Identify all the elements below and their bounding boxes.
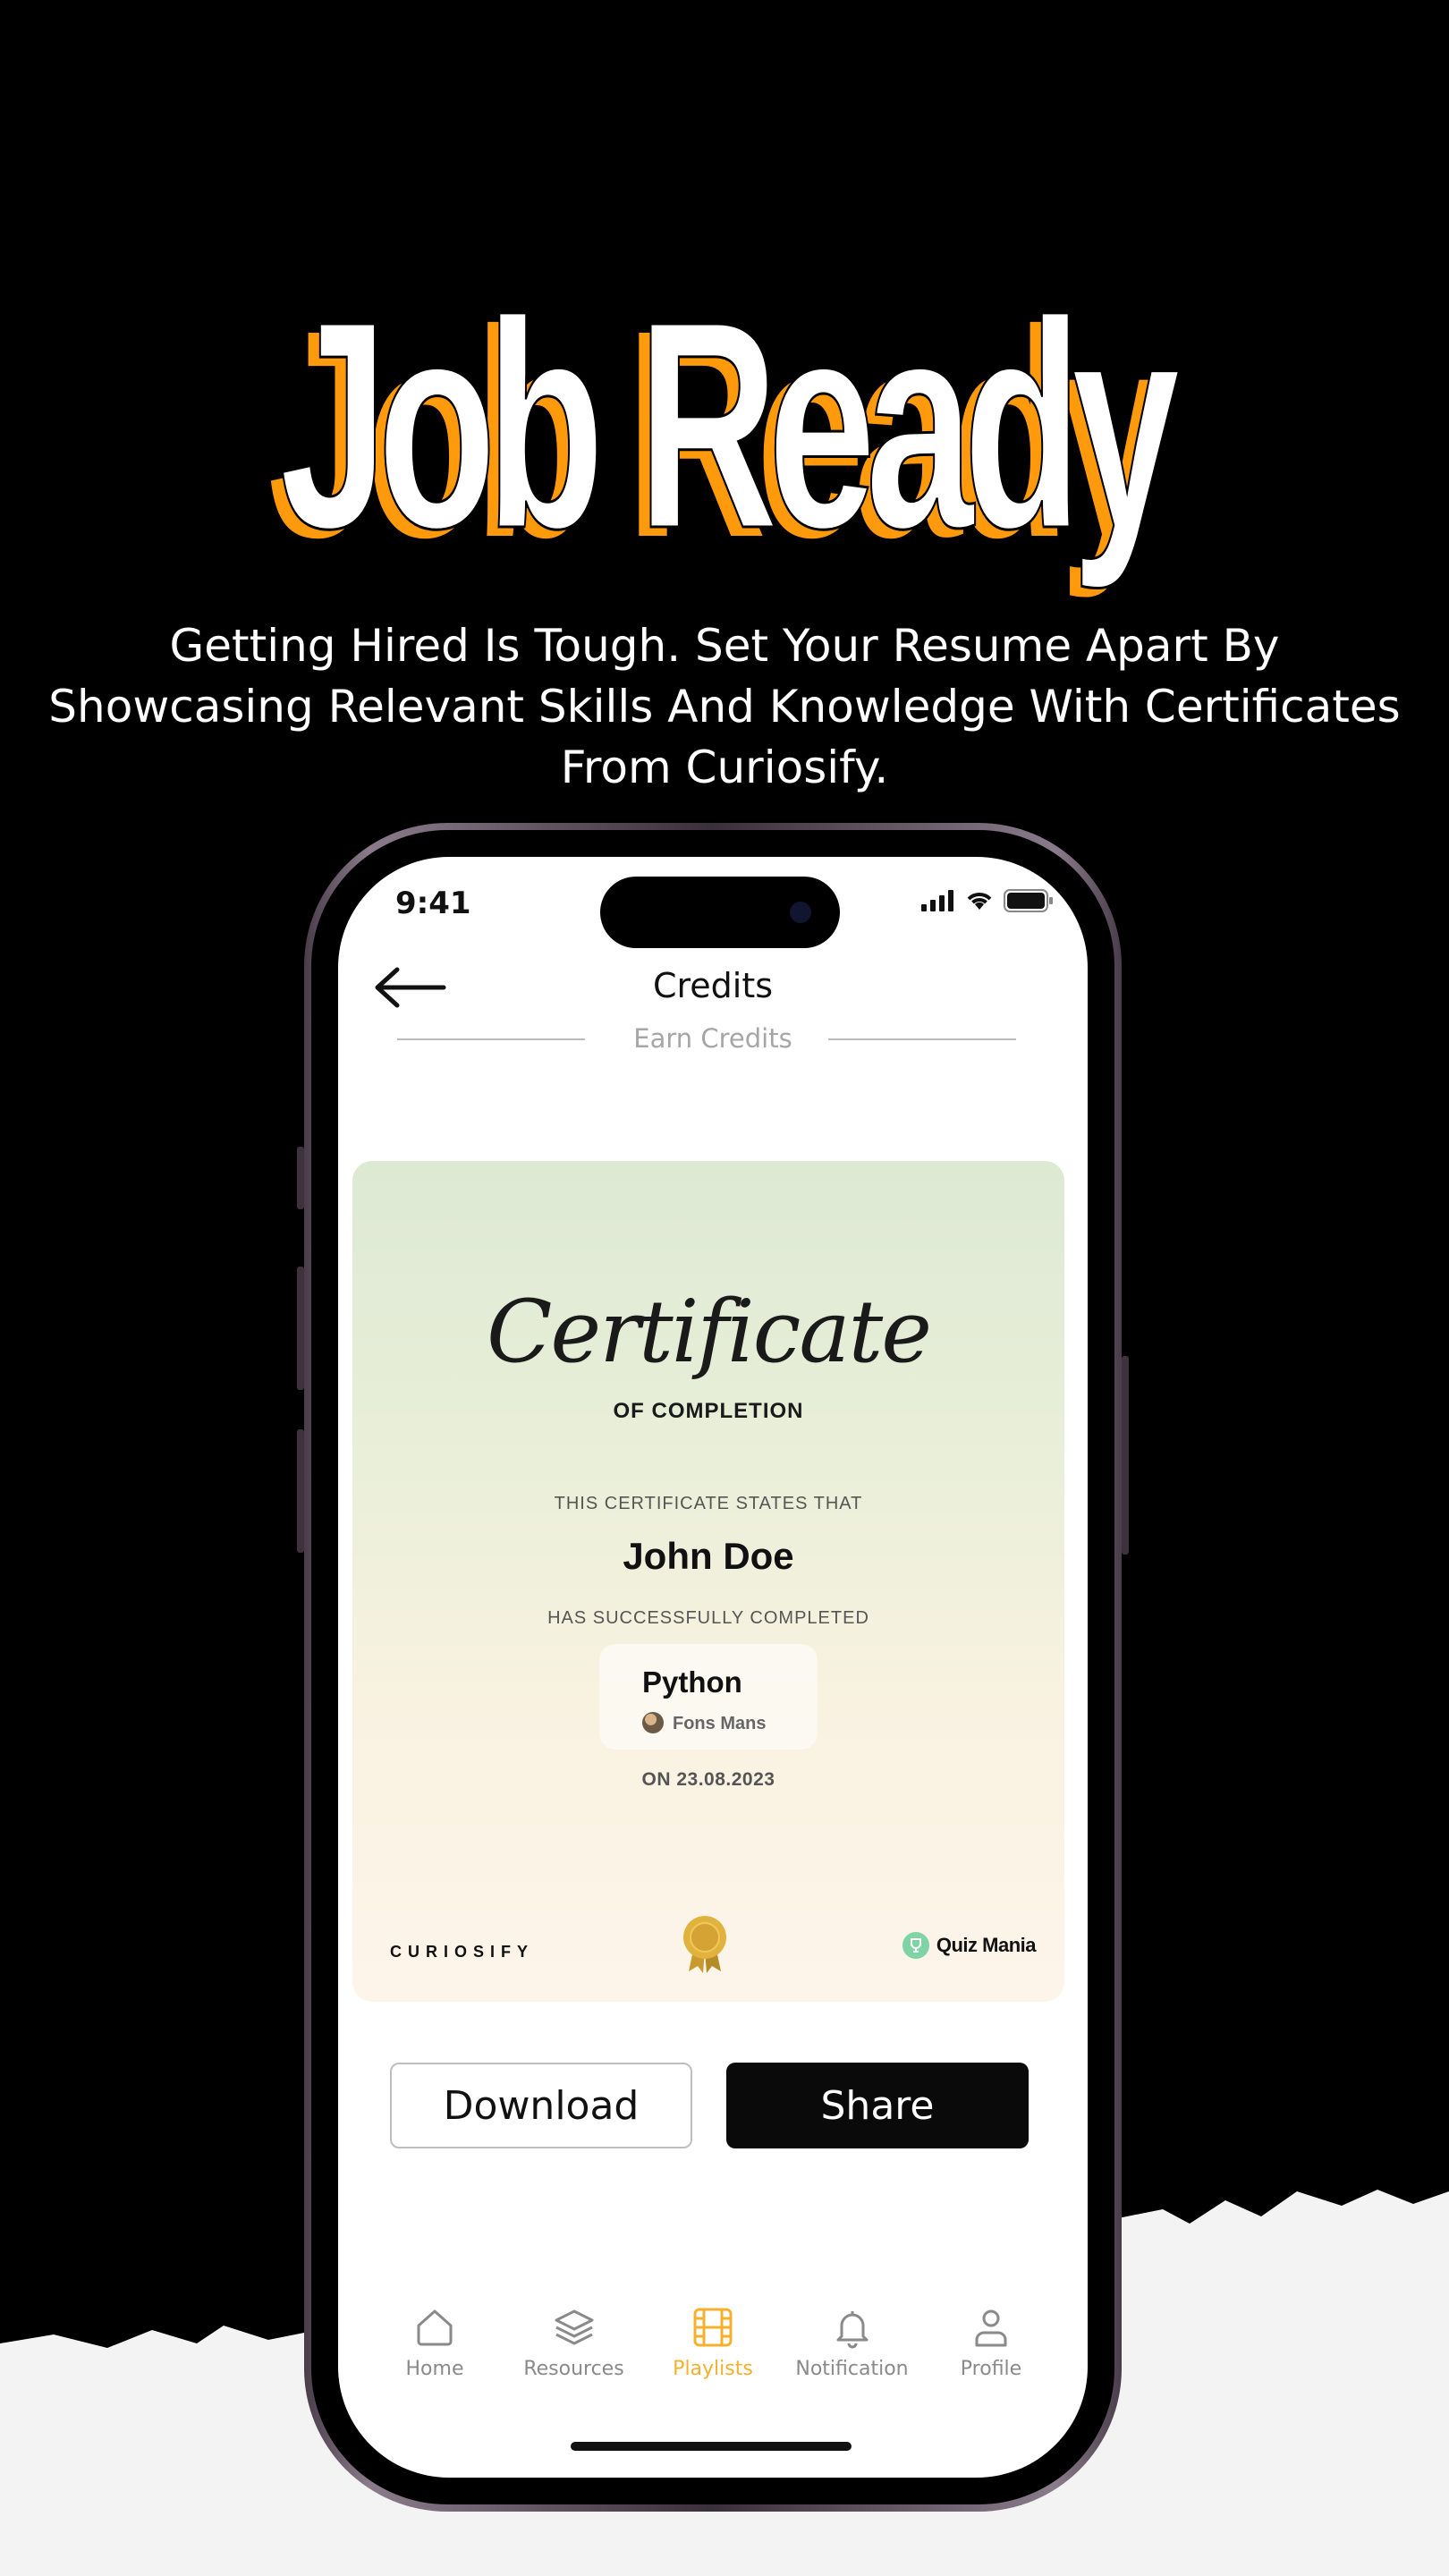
certificate-title: Certificate xyxy=(486,1282,932,1382)
status-time: 9:41 xyxy=(395,886,471,921)
tab-resources[interactable]: Resources xyxy=(512,2306,637,2404)
tab-label: Playlists xyxy=(673,2358,753,2380)
user-icon xyxy=(975,2309,1007,2347)
signal-icon xyxy=(921,890,953,911)
recipient-name: John Doe xyxy=(623,1535,794,1577)
headline: Job Ready xyxy=(279,259,1181,589)
completion-date: ON 23.08.2023 xyxy=(641,1769,775,1790)
dynamic-island xyxy=(600,877,840,948)
battery-icon xyxy=(1004,889,1053,912)
curiosify-logo: CURIOSIFY xyxy=(390,1943,535,1961)
tab-label: Profile xyxy=(960,2358,1022,2380)
wifi-icon xyxy=(967,893,992,910)
partner-label: Quiz Mania xyxy=(936,1934,1037,1956)
home-icon xyxy=(417,2309,453,2346)
seal-icon xyxy=(683,1916,726,1973)
status-icons xyxy=(921,889,1054,912)
download-button[interactable]: Download xyxy=(390,2063,692,2148)
bottom-tab-bar: Home Resources Playlists Notification Pr… xyxy=(372,2306,1054,2404)
page-title: Credits xyxy=(652,966,774,1005)
certificate-completed-line: HAS SUCCESSFULLY COMPLETED xyxy=(547,1608,869,1628)
certificate-states-line: THIS CERTIFICATE STATES THAT xyxy=(554,1494,863,1513)
app-screen: 9:41 Credits Earn Credits Certificate OF… xyxy=(338,857,1088,2478)
tab-label: Home xyxy=(405,2358,464,2380)
bell-icon xyxy=(836,2311,868,2349)
certificate-subtitle: OF COMPLETION xyxy=(613,1399,804,1423)
course-author: Fons Mans xyxy=(673,1714,767,1733)
home-indicator[interactable] xyxy=(571,2442,852,2451)
author-avatar xyxy=(642,1712,664,1733)
quiz-mania-logo: Quiz Mania xyxy=(902,1932,1037,1959)
phone-frame: 9:41 Credits Earn Credits Certificate OF… xyxy=(304,823,1122,2512)
layers-icon xyxy=(555,2309,593,2345)
tab-playlists[interactable]: Playlists xyxy=(650,2306,775,2404)
tab-notification[interactable]: Notification xyxy=(790,2306,915,2404)
film-icon xyxy=(693,2308,733,2347)
course-name: Python xyxy=(642,1665,742,1699)
share-button[interactable]: Share xyxy=(726,2063,1029,2148)
trophy-icon xyxy=(902,1932,929,1959)
tab-label: Notification xyxy=(795,2358,909,2380)
tab-earn-credits[interactable]: Earn Credits xyxy=(338,1023,1088,1054)
course-card: Python Fons Mans xyxy=(599,1644,818,1750)
tab-profile[interactable]: Profile xyxy=(928,2306,1054,2404)
tab-label: Resources xyxy=(523,2358,624,2380)
tab-home[interactable]: Home xyxy=(372,2306,497,2404)
hero-subtitle: Getting Hired Is Tough. Set Your Resume … xyxy=(48,620,1401,793)
certificate-card: Certificate OF COMPLETION THIS CERTIFICA… xyxy=(352,1161,1064,2002)
